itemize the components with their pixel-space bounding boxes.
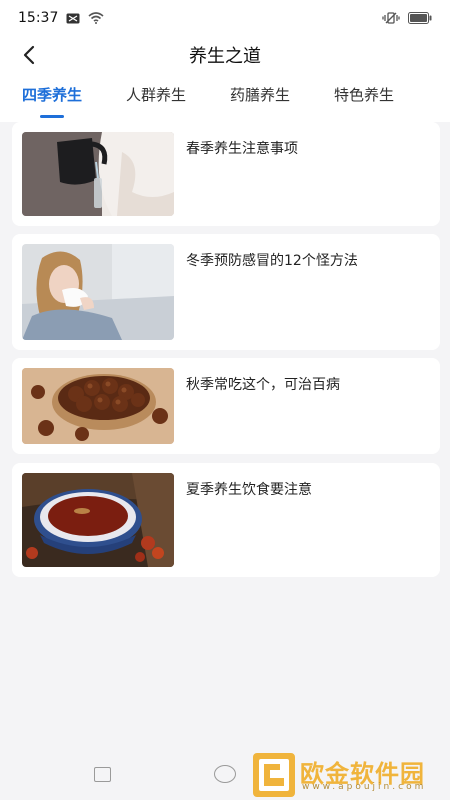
tab-medicinal-diet[interactable]: 药膳养生 bbox=[208, 74, 312, 122]
tab-label: 四季养生 bbox=[21, 86, 82, 104]
article-card[interactable]: 夏季养生饮食要注意 bbox=[12, 463, 440, 577]
kettle-photo bbox=[22, 132, 174, 216]
tab-special[interactable]: 特色养生 bbox=[312, 74, 416, 122]
article-thumbnail bbox=[22, 244, 174, 340]
active-tab-indicator bbox=[40, 115, 64, 118]
category-tabs: 四季养生 人群养生 药膳养生 特色养生 bbox=[0, 74, 450, 122]
watermark-logo-icon bbox=[253, 753, 295, 797]
herbal-tea-photo bbox=[22, 473, 174, 567]
home-button[interactable] bbox=[214, 765, 236, 783]
chestnuts-photo bbox=[22, 368, 174, 444]
tab-four-seasons[interactable]: 四季养生 bbox=[0, 74, 104, 122]
status-time: 15:37 bbox=[18, 10, 59, 26]
article-card[interactable]: 春季养生注意事项 bbox=[12, 122, 440, 226]
back-button[interactable] bbox=[14, 40, 44, 70]
article-card[interactable]: 冬季预防感冒的12个怪方法 bbox=[12, 234, 440, 350]
article-thumbnail bbox=[22, 473, 174, 567]
battery-icon bbox=[408, 9, 432, 28]
article-title: 夏季养生饮食要注意 bbox=[186, 482, 312, 498]
tab-label: 特色养生 bbox=[333, 86, 394, 104]
article-card[interactable]: 秋季常吃这个，可治百病 bbox=[12, 358, 440, 454]
wifi-icon bbox=[88, 9, 104, 28]
page-title: 养生之道 bbox=[189, 46, 261, 67]
chevron-left-icon bbox=[23, 45, 35, 65]
article-thumbnail bbox=[22, 368, 174, 444]
watermark-logo: 欧金软件园 www.apoujin.com bbox=[252, 752, 448, 798]
app-header: 养生之道 bbox=[0, 36, 450, 74]
status-bar: 15:37 bbox=[0, 0, 450, 36]
article-thumbnail bbox=[22, 132, 174, 216]
tab-label: 药膳养生 bbox=[229, 86, 290, 104]
status-left: 15:37 bbox=[18, 9, 104, 28]
vibrate-icon bbox=[382, 9, 400, 28]
status-right bbox=[382, 9, 432, 28]
watermark-url: www.apoujin.com bbox=[302, 782, 427, 792]
article-title: 春季养生注意事项 bbox=[186, 141, 298, 157]
tab-groups[interactable]: 人群养生 bbox=[104, 74, 208, 122]
tab-label: 人群养生 bbox=[125, 86, 186, 104]
article-title: 秋季常吃这个，可治百病 bbox=[186, 377, 340, 393]
article-title: 冬季预防感冒的12个怪方法 bbox=[186, 253, 358, 269]
recent-apps-button[interactable] bbox=[94, 767, 111, 782]
sick-woman-photo bbox=[22, 244, 174, 340]
message-icon bbox=[66, 9, 80, 28]
